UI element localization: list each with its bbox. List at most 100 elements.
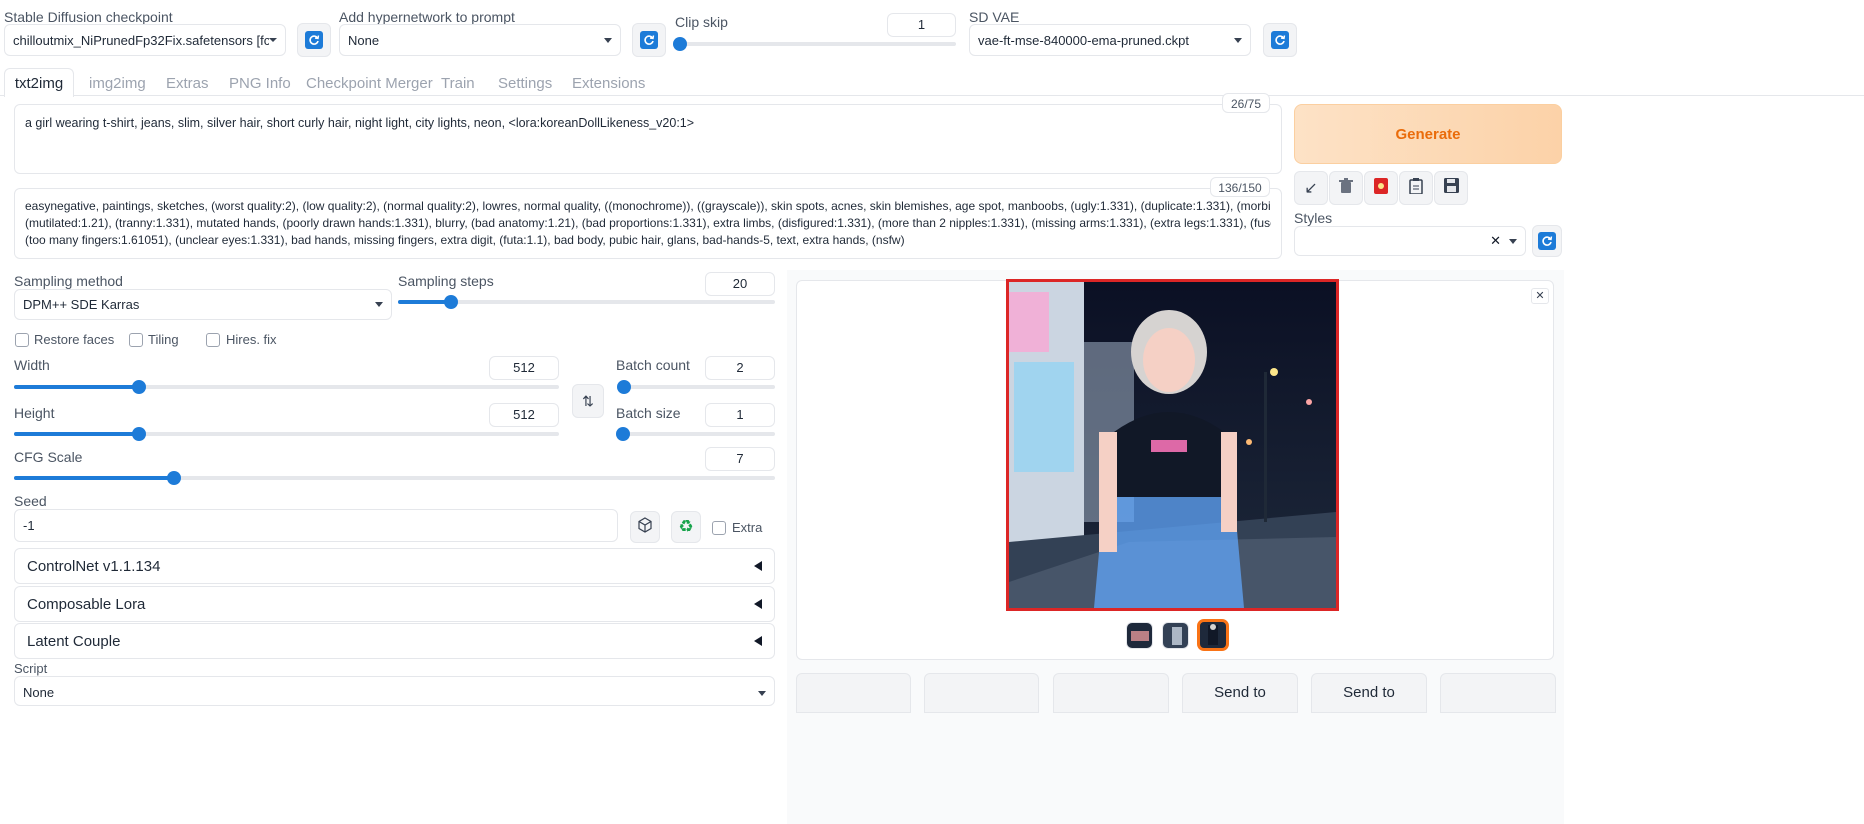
styles-label: Styles <box>1294 210 1333 226</box>
tab-img2img[interactable]: img2img <box>89 75 146 92</box>
extra-seed-checkbox[interactable] <box>712 521 726 535</box>
send-to-img2img-button[interactable]: Send to <box>1182 673 1298 713</box>
selected-output-image[interactable] <box>1006 279 1339 611</box>
swap-dimensions-button[interactable]: ⇅ <box>572 384 604 418</box>
sampling-steps-thumb[interactable] <box>443 295 458 309</box>
restore-faces-checkbox[interactable] <box>15 333 29 347</box>
tab-extensions[interactable]: Extensions <box>572 75 645 92</box>
accordion-label: Latent Couple <box>27 632 121 650</box>
height-slider[interactable] <box>14 427 559 441</box>
tiling-label: Tiling <box>148 332 179 347</box>
batch-count-input[interactable]: 2 <box>705 356 775 380</box>
prompt-textarea[interactable]: a girl wearing t-shirt, jeans, slim, sil… <box>14 104 1282 174</box>
batch-size-slider[interactable] <box>616 427 775 441</box>
styles-refresh-button[interactable] <box>1532 225 1562 257</box>
width-fill <box>14 385 140 389</box>
batch-count-slider[interactable] <box>616 380 775 394</box>
sampling-steps-input[interactable]: 20 <box>705 272 775 296</box>
tab-checkpoint-merger[interactable]: Checkpoint Merger <box>306 75 433 92</box>
generate-button[interactable]: Generate <box>1294 104 1562 164</box>
thumbnail-3-selected[interactable] <box>1197 619 1229 651</box>
clear-x-icon[interactable]: ✕ <box>1490 233 1501 249</box>
thumbnail-1[interactable] <box>1126 622 1153 649</box>
tab-png-info[interactable]: PNG Info <box>229 75 291 92</box>
cfg-scale-thumb[interactable] <box>166 471 181 485</box>
clip-skip-input[interactable]: 1 <box>887 13 956 37</box>
negative-prompt-line-3: (too many fingers:1.61051), (unclear eye… <box>25 233 905 247</box>
seed-input[interactable]: -1 <box>14 509 618 542</box>
action-button-3[interactable] <box>1053 673 1169 713</box>
clip-skip-slider[interactable] <box>673 37 956 51</box>
vae-value: vae-ft-mse-840000-ema-pruned.ckpt <box>978 32 1189 48</box>
styles-dropdown[interactable]: ✕ <box>1294 226 1526 256</box>
read-params-button[interactable]: ↙ <box>1294 171 1328 205</box>
height-thumb[interactable] <box>132 427 147 441</box>
close-gallery-icon[interactable]: ✕ <box>1531 288 1549 304</box>
width-slider[interactable] <box>14 380 559 394</box>
seed-value: -1 <box>23 518 35 533</box>
accordion-latent-couple[interactable]: Latent Couple <box>14 623 775 659</box>
action-button-2[interactable] <box>924 673 1039 713</box>
clip-skip-slider-thumb[interactable] <box>673 37 687 51</box>
width-input[interactable]: 512 <box>489 356 559 380</box>
cfg-scale-input[interactable]: 7 <box>705 447 775 471</box>
clipboard-icon <box>1409 177 1423 199</box>
apply-style-button[interactable] <box>1399 171 1433 205</box>
accordion-controlnet[interactable]: ControlNet v1.1.134 <box>14 548 775 584</box>
hires-fix-checkbox[interactable] <box>206 333 220 347</box>
hypernetwork-refresh-button[interactable] <box>632 23 666 57</box>
batch-count-thumb[interactable] <box>616 380 631 394</box>
flower-card-icon <box>1374 177 1388 199</box>
tab-divider <box>0 95 1864 96</box>
floppy-disk-icon <box>1443 178 1459 198</box>
clear-prompt-button[interactable] <box>1329 171 1363 205</box>
height-input[interactable]: 512 <box>489 403 559 427</box>
sampling-method-value: DPM++ SDE Karras <box>23 297 140 312</box>
trash-icon <box>1339 177 1353 199</box>
action-button-6[interactable] <box>1440 673 1556 713</box>
chevron-down-icon <box>604 37 612 43</box>
negative-prompt-textarea[interactable]: easynegative, paintings, sketches, (wors… <box>14 188 1282 259</box>
refresh-icon <box>305 31 323 49</box>
tiling-checkbox[interactable] <box>129 333 143 347</box>
seed-label: Seed <box>14 493 47 509</box>
tab-txt2img[interactable]: txt2img <box>4 68 74 97</box>
hypernetwork-dropdown[interactable]: None <box>339 24 621 56</box>
negative-prompt-line-1: easynegative, paintings, sketches, (wors… <box>25 199 1271 213</box>
checkpoint-refresh-button[interactable] <box>297 23 331 57</box>
reuse-seed-button[interactable]: ♻ <box>671 511 701 543</box>
refresh-icon <box>640 31 658 49</box>
checkpoint-dropdown[interactable]: chilloutmix_NiPrunedFp32Fix.safetensors … <box>4 24 286 56</box>
random-seed-button[interactable] <box>630 511 660 543</box>
script-label: Script <box>14 661 48 676</box>
tab-extras[interactable]: Extras <box>166 75 209 92</box>
script-dropdown[interactable]: None <box>14 676 775 706</box>
save-style-button[interactable] <box>1434 171 1468 205</box>
sampling-method-dropdown[interactable]: DPM++ SDE Karras <box>14 289 392 320</box>
chevron-down-icon <box>1509 238 1517 244</box>
refresh-icon <box>1538 232 1556 250</box>
accordion-label: Composable Lora <box>27 595 146 613</box>
clip-skip-label: Clip skip <box>675 14 728 30</box>
accordion-composable-lora[interactable]: Composable Lora <box>14 586 775 622</box>
tab-txt2img-label: txt2img <box>14 75 64 92</box>
vae-refresh-button[interactable] <box>1263 23 1297 57</box>
accordion-label: ControlNet v1.1.134 <box>27 557 161 575</box>
chevron-down-icon <box>269 38 277 42</box>
negative-prompt-line-2: (mutilated:1.21), (tranny:1.331), mutate… <box>25 216 1271 230</box>
batch-size-input[interactable]: 1 <box>705 403 775 427</box>
batch-size-label: Batch size <box>616 405 681 421</box>
tab-train[interactable]: Train <box>441 75 475 92</box>
send-to-inpaint-button[interactable]: Send to <box>1311 673 1427 713</box>
vae-dropdown[interactable]: vae-ft-mse-840000-ema-pruned.ckpt <box>969 24 1251 56</box>
show-extra-networks-button[interactable] <box>1364 171 1398 205</box>
height-fill <box>14 432 140 436</box>
sampling-steps-slider[interactable] <box>398 295 775 309</box>
cfg-scale-slider[interactable] <box>14 471 775 485</box>
thumbnail-2[interactable] <box>1162 622 1189 649</box>
action-button-1[interactable] <box>796 673 911 713</box>
tab-settings[interactable]: Settings <box>498 75 552 92</box>
batch-size-thumb[interactable] <box>616 427 630 441</box>
height-label: Height <box>14 405 55 421</box>
width-thumb[interactable] <box>132 380 147 394</box>
